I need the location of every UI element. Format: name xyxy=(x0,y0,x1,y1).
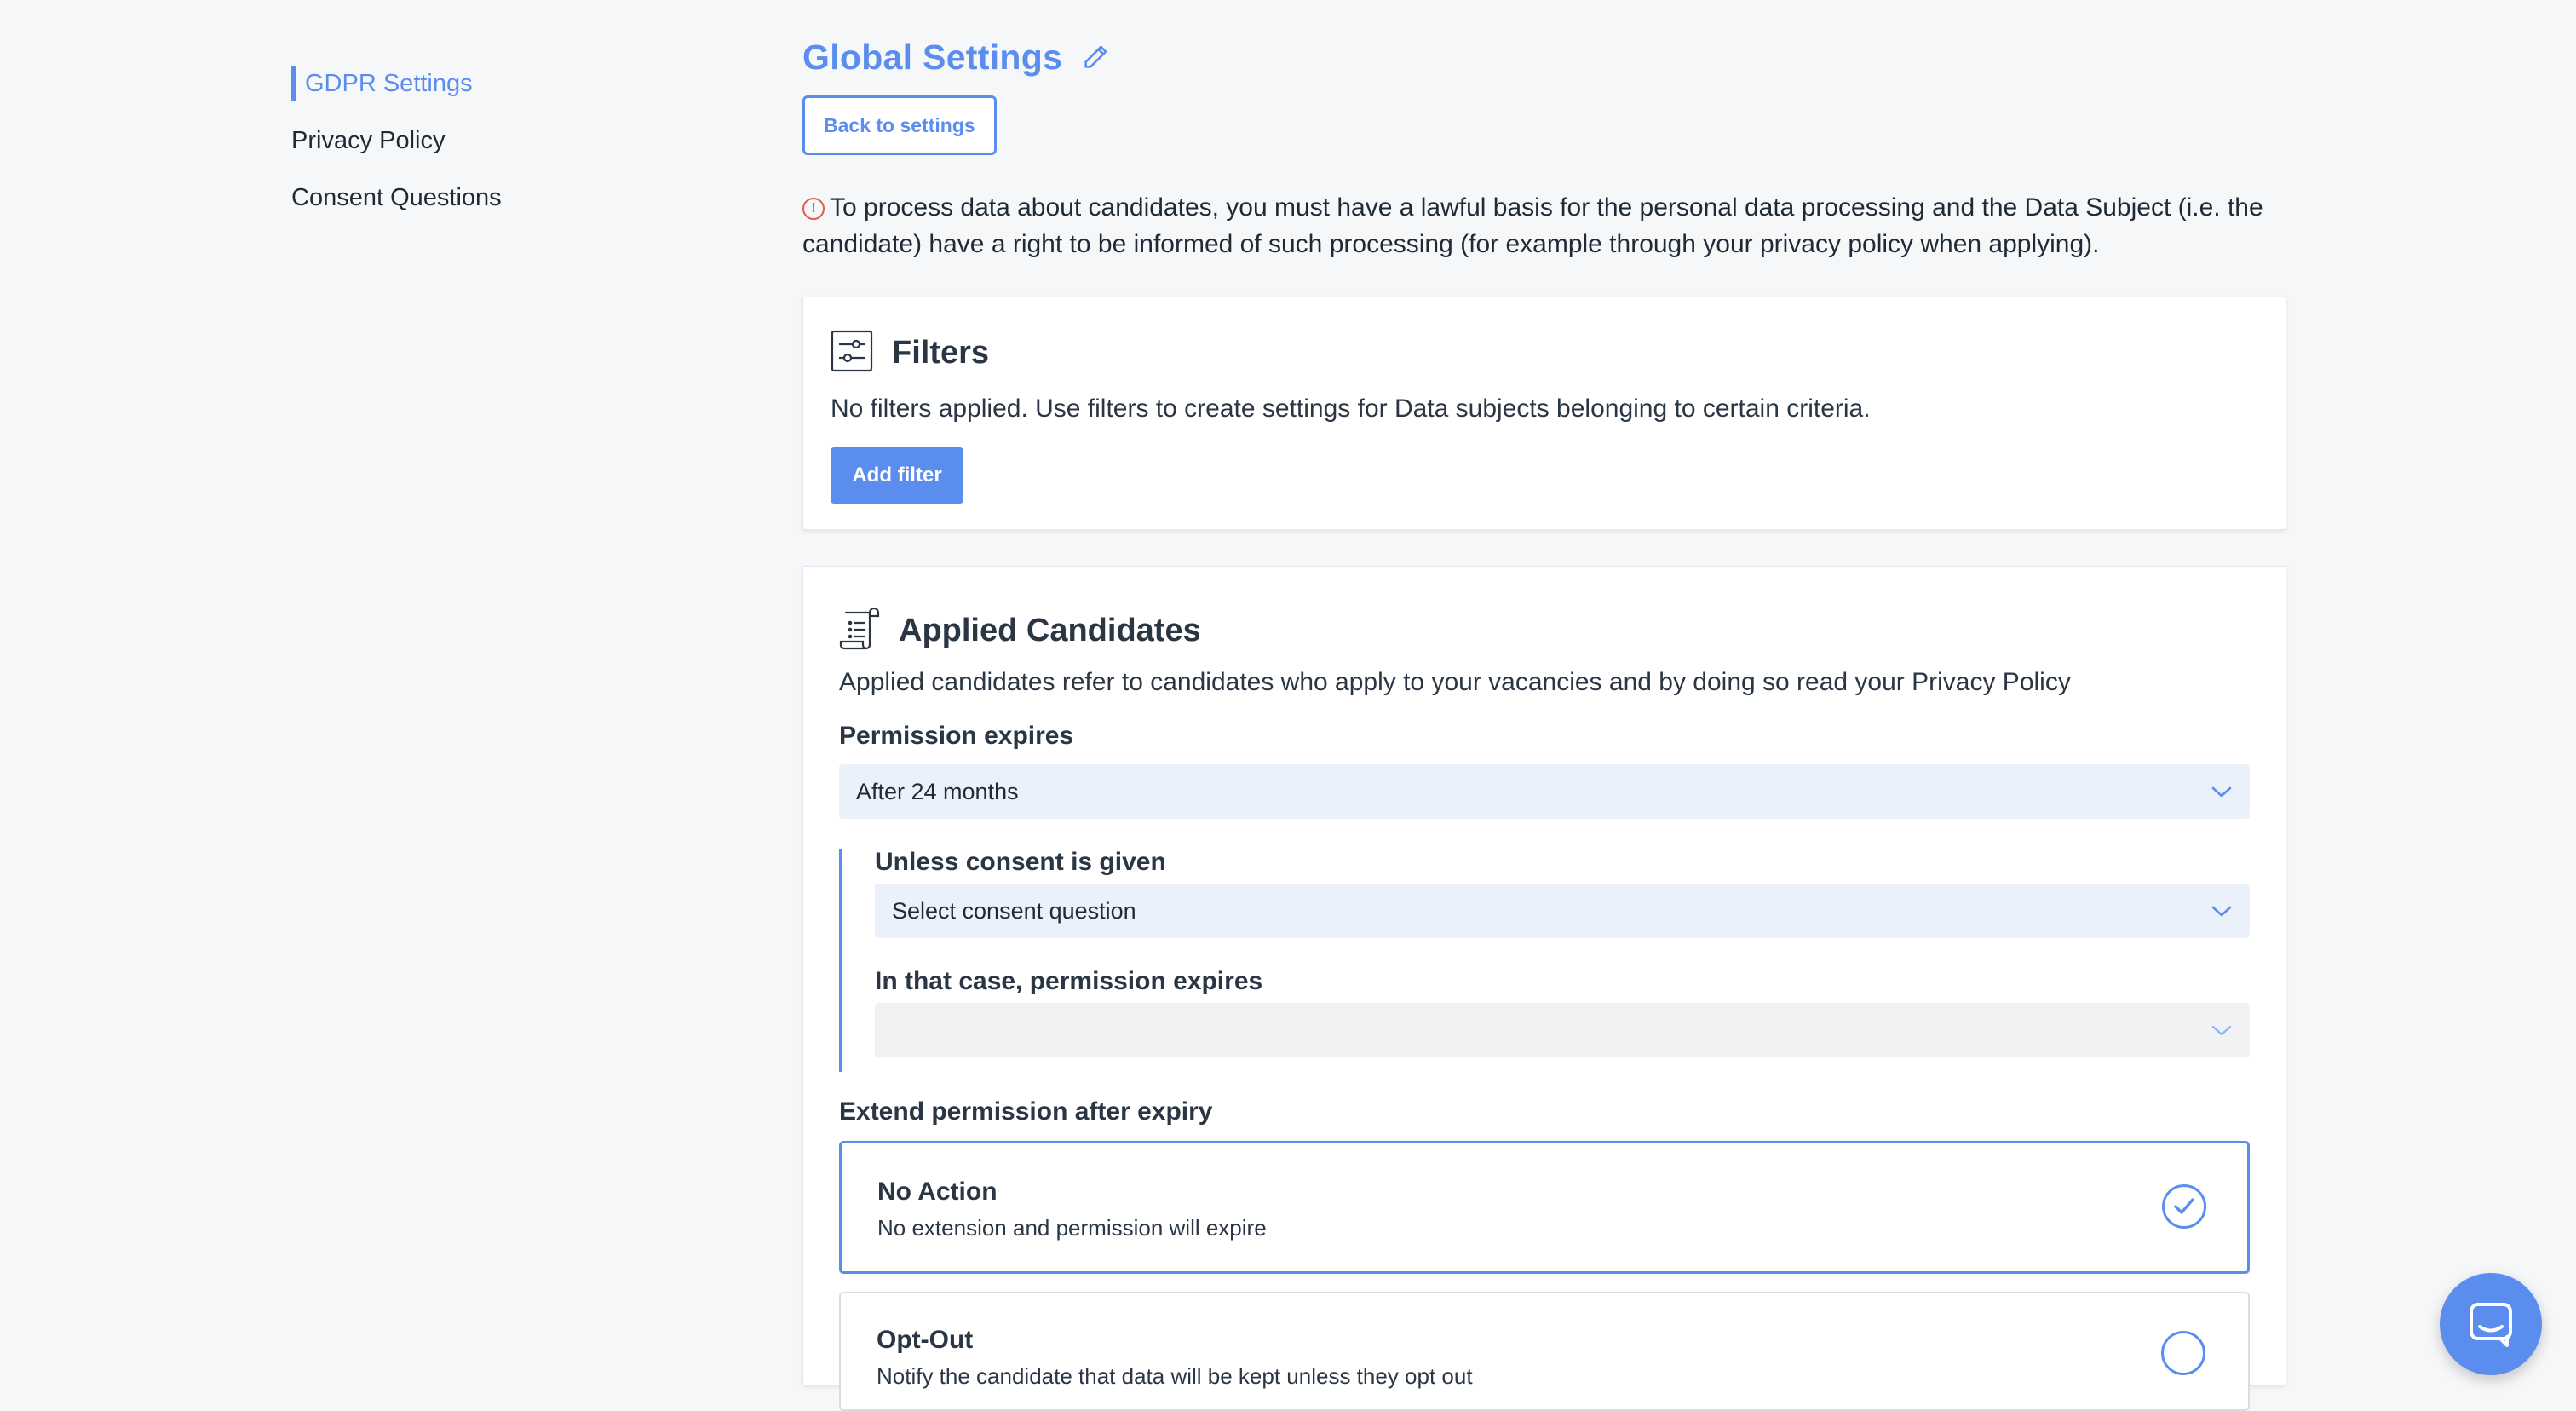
option-opt-out[interactable]: Opt-Out Notify the candidate that data w… xyxy=(839,1292,2250,1411)
sidebar-item-gdpr-settings[interactable]: GDPR Settings xyxy=(291,66,632,101)
unless-consent-label: Unless consent is given xyxy=(875,848,1166,876)
filters-description: No filters applied. Use filters to creat… xyxy=(831,395,1871,423)
check-icon xyxy=(2162,1184,2206,1229)
page-title: Global Settings xyxy=(802,37,1063,77)
case-permission-expires-select[interactable] xyxy=(875,1003,2250,1057)
document-list-icon xyxy=(839,606,882,656)
option-no-action[interactable]: No Action No extension and permission wi… xyxy=(839,1141,2250,1274)
consent-question-placeholder: Select consent question xyxy=(892,897,1136,924)
filter-sliders-icon xyxy=(831,330,873,377)
alert-circle-icon: ! xyxy=(802,198,825,220)
back-to-settings-button[interactable]: Back to settings xyxy=(802,95,997,155)
filters-title: Filters xyxy=(892,335,990,371)
add-filter-button[interactable]: Add filter xyxy=(831,447,963,504)
radio-empty-icon xyxy=(2161,1331,2205,1375)
permission-expires-label: Permission expires xyxy=(839,722,1074,750)
option-no-action-title: No Action xyxy=(877,1178,998,1206)
permission-expires-value: After 24 months xyxy=(856,778,1019,804)
title-row: Global Settings xyxy=(802,32,2285,82)
chevron-down-icon xyxy=(2211,779,2233,805)
chevron-down-icon xyxy=(2211,1017,2233,1044)
case-permission-expires-label: In that case, permission expires xyxy=(875,967,1263,995)
consent-question-select[interactable]: Select consent question xyxy=(875,884,2250,938)
filters-card: Filters No filters applied. Use filters … xyxy=(802,297,2286,530)
extend-permission-label: Extend permission after expiry xyxy=(839,1097,1213,1126)
permission-expires-select[interactable]: After 24 months xyxy=(839,764,2250,819)
notice-text: To process data about candidates, you mu… xyxy=(802,193,2263,258)
applied-candidates-card: Applied Candidates Applied candidates re… xyxy=(802,566,2286,1411)
main-content: Global Settings Back to settings ! To pro… xyxy=(802,32,2286,1411)
option-opt-out-title: Opt-Out xyxy=(877,1326,974,1354)
option-opt-out-description: Notify the candidate that data will be k… xyxy=(877,1363,1473,1389)
conditional-indent-bar xyxy=(839,849,842,1072)
applied-candidates-description: Applied candidates refer to candidates w… xyxy=(839,668,2071,696)
gdpr-notice: ! To process data about candidates, you m… xyxy=(802,189,2285,262)
applied-candidates-title: Applied Candidates xyxy=(899,613,1201,648)
settings-sidebar: GDPR Settings Privacy Policy Consent Que… xyxy=(291,66,632,238)
applied-candidates-header: Applied Candidates xyxy=(839,606,1201,656)
sidebar-item-consent-questions[interactable]: Consent Questions xyxy=(291,181,632,215)
chat-icon[interactable] xyxy=(2440,1273,2542,1375)
chevron-down-icon xyxy=(2211,898,2233,924)
sidebar-item-privacy-policy[interactable]: Privacy Policy xyxy=(291,124,632,158)
pencil-icon[interactable] xyxy=(1081,43,1110,72)
filters-header: Filters xyxy=(831,330,989,377)
option-no-action-description: No extension and permission will expire xyxy=(877,1215,1267,1241)
